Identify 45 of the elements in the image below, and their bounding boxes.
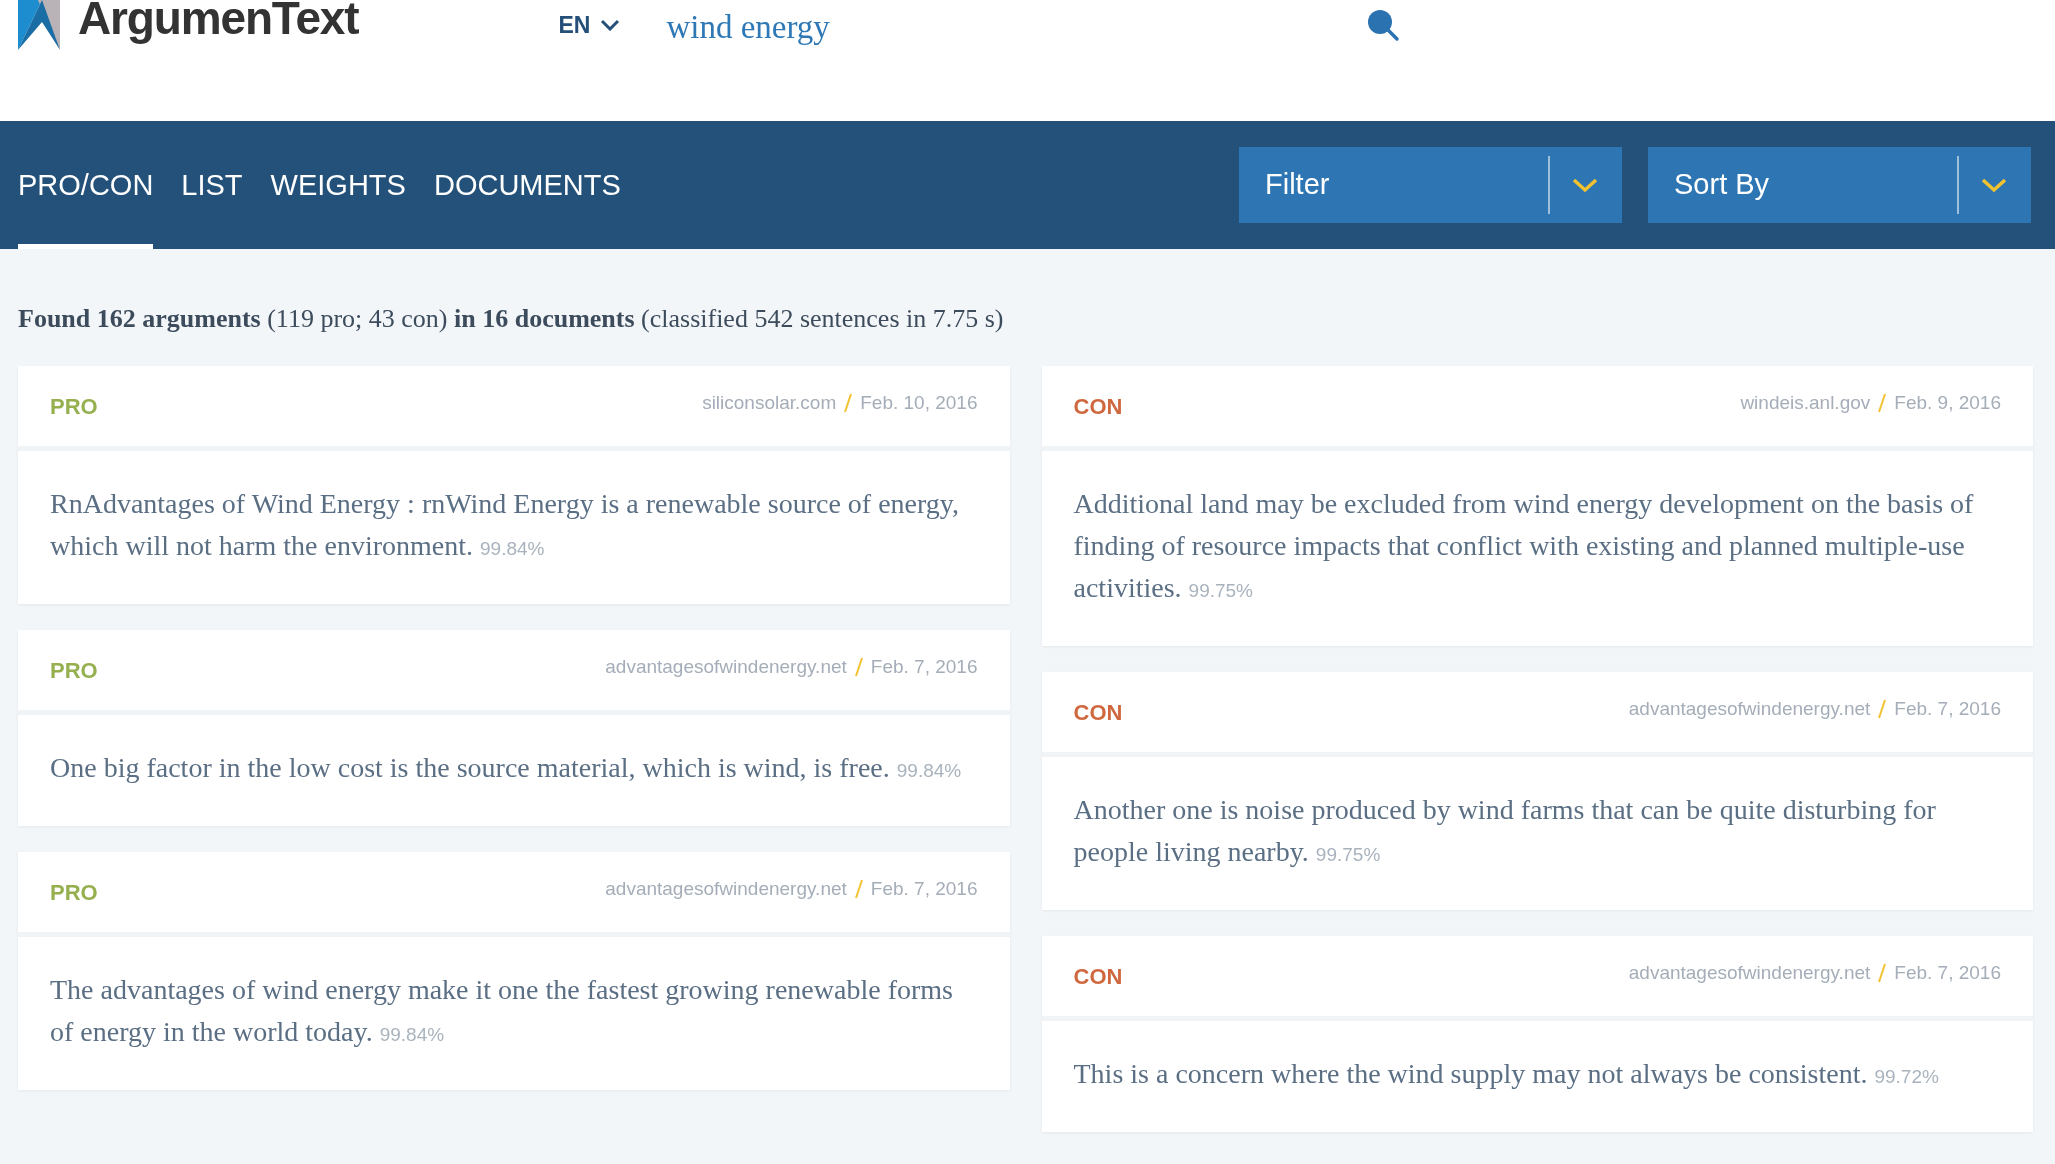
- slash-icon: [1878, 963, 1887, 983]
- confidence-score: 99.72%: [1874, 1066, 1939, 1087]
- tab[interactable]: DOCUMENTS: [433, 121, 621, 249]
- tab[interactable]: PRO/CON: [18, 121, 154, 249]
- confidence-score: 99.75%: [1315, 844, 1381, 865]
- slash-icon: [1878, 393, 1887, 413]
- dropdown[interactable]: Filter: [1239, 147, 1622, 223]
- confidence-score: 99.84%: [896, 760, 962, 781]
- chevron-down-icon: [600, 19, 621, 32]
- tab[interactable]: WEIGHTS: [270, 121, 406, 249]
- confidence-score: 99.75%: [1188, 580, 1254, 601]
- slash-icon: [1878, 699, 1887, 719]
- logo-icon: [18, 0, 60, 50]
- argument-text: RnAdvantages of Wind Energy : rnWind Energy is a renewable source of energy, which will not harm the environment. 99.84%: [50, 487, 961, 563]
- slash-icon: [854, 879, 863, 899]
- results-summary: Found 162 arguments (119 pro; 43 con) in 16 documents (classified 542 sentences in 7.75 s): [18, 303, 1005, 335]
- dropdown[interactable]: Sort By: [1648, 147, 2031, 223]
- argument-text: One big factor in the low cost is the source material, which is wind, is free. 99.84%: [50, 751, 963, 785]
- confidence-score: 99.84%: [480, 538, 545, 559]
- stance-label: PRO: [50, 656, 98, 685]
- argument-date: Feb. 7, 2016: [1894, 696, 2001, 721]
- argument-text: Additional land may be excluded from wind energy development on the basis of finding of resource impacts that conflict with existing and planned multiple-use activities. 99.75%: [1073, 487, 1975, 605]
- search-icon[interactable]: [1366, 8, 1401, 42]
- language-selector[interactable]: EN: [558, 8, 621, 43]
- argument-date: Feb. 10, 2016: [860, 390, 978, 415]
- slash-icon: [854, 657, 863, 677]
- argument-date: Feb. 7, 2016: [1894, 960, 2001, 985]
- argument-text: The advantages of wind energy make it one the fastest growing renewable forms of energy in the world today. 99.84%: [50, 973, 954, 1049]
- slash-icon: [844, 393, 853, 413]
- argument-date: Feb. 7, 2016: [870, 654, 978, 679]
- stance-label: CON: [1073, 392, 1123, 421]
- argument-date: Feb. 9, 2016: [1894, 390, 2001, 415]
- confidence-score: 99.84%: [379, 1024, 445, 1045]
- argument-text: Another one is noise produced by wind farms that can be quite disturbing for people living nearby. 99.75%: [1073, 793, 1937, 869]
- chevron-down-icon: [1572, 177, 1598, 193]
- search-field[interactable]: wind energy: [666, 2, 1367, 52]
- logo-text: ArgumenText: [78, 0, 359, 46]
- chevron-down-icon: [1981, 177, 2007, 193]
- stance-label: PRO: [50, 878, 98, 907]
- argument-text: This is a concern where the wind supply may not always be consistent. 99.72%: [1073, 1057, 1940, 1091]
- tab[interactable]: LIST: [181, 121, 243, 249]
- stance-label: PRO: [50, 392, 98, 421]
- stance-label: CON: [1073, 698, 1123, 727]
- stance-label: CON: [1073, 962, 1123, 991]
- argument-date: Feb. 7, 2016: [870, 876, 978, 901]
